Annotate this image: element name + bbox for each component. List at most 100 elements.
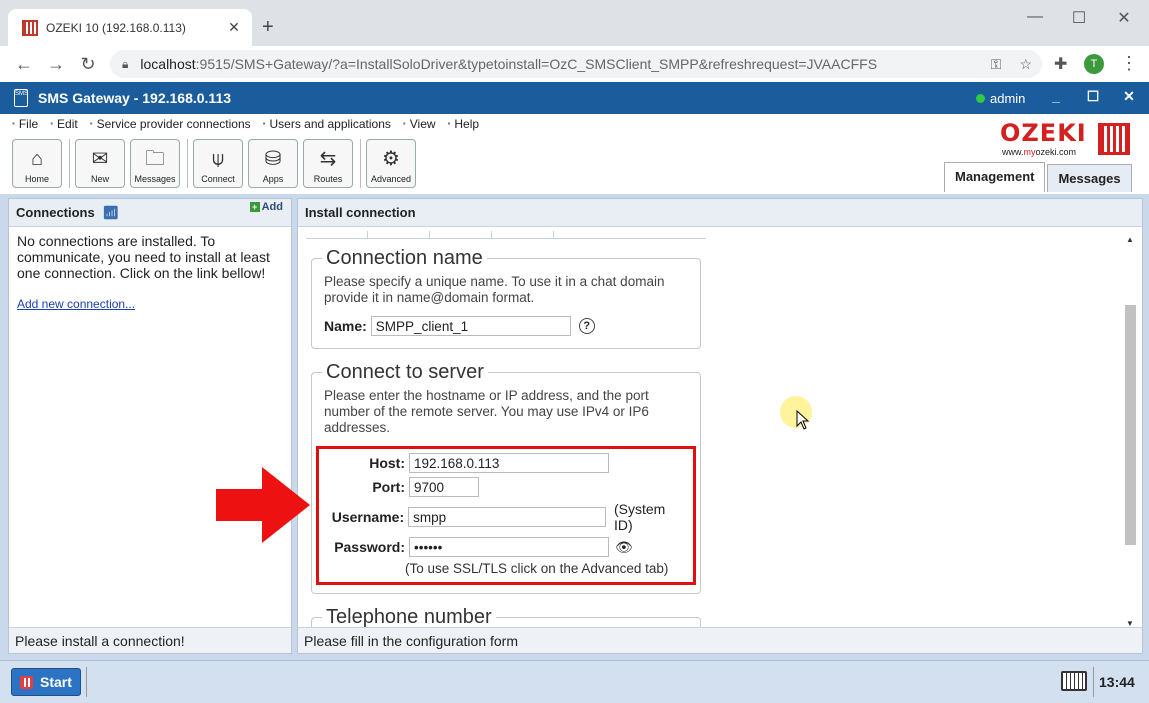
- advanced-label: Advanced: [370, 174, 412, 184]
- user-name: admin: [990, 90, 1026, 106]
- ozeki-favicon-icon: [22, 19, 38, 36]
- tab-messages[interactable]: Messages: [1047, 164, 1132, 192]
- ozeki-logo: OZEKI www.myozeki.com: [1000, 119, 1130, 157]
- username-label: Username:: [331, 509, 405, 525]
- password-input[interactable]: [409, 537, 609, 557]
- system-id-note: (System ID): [613, 501, 666, 533]
- menu-help[interactable]: Help: [448, 117, 479, 131]
- host-input[interactable]: [409, 453, 609, 473]
- clock: 13:44: [1099, 674, 1135, 690]
- tab-management[interactable]: Management: [944, 162, 1046, 192]
- ssl-note: (To use SSL/TLS click on the Advanced ta…: [405, 561, 669, 576]
- apps-label: Apps: [262, 174, 284, 184]
- port-label: Port:: [372, 479, 405, 495]
- show-password-icon[interactable]: 👁: [615, 539, 633, 556]
- new-tab-icon[interactable]: +: [262, 16, 274, 39]
- logo-site: www.myozeki.com: [1002, 147, 1077, 157]
- connection-name-legend: Connection name: [326, 247, 483, 269]
- connections-pane: Connections 📶︎ + Add No connections are i…: [8, 198, 292, 654]
- username-input[interactable]: [408, 507, 606, 527]
- routes-label: Routes: [313, 174, 343, 184]
- menu-view[interactable]: View: [403, 117, 436, 131]
- url-path: :9515/SMS+Gateway/?a=InstallSoloDriver&t…: [195, 56, 878, 72]
- form-tab-strip: [306, 231, 706, 239]
- app-minimize-icon[interactable]: _: [1046, 88, 1066, 104]
- browser-tab-title: OZEKI 10 (192.168.0.113): [46, 20, 186, 35]
- app-menubar: File Edit Service provider connections U…: [0, 114, 1149, 194]
- form-status: Please fill in the configuration form: [298, 627, 1142, 653]
- menu-file[interactable]: File: [12, 117, 38, 131]
- url-host: localhost: [140, 56, 196, 72]
- app-toolbar: ⌂ Home ✉ New 🗀 Messages ⍦ Connect ⛁ Apps ⇆ Rou…: [12, 139, 421, 188]
- lock-icon: 🔒︎: [122, 56, 129, 71]
- back-icon[interactable]: ←: [8, 54, 40, 75]
- connections-status: Please install a connection!: [9, 627, 291, 653]
- app-maximize-icon[interactable]: ☐: [1083, 88, 1103, 105]
- mouse-cursor-icon: [796, 410, 810, 430]
- antenna-icon: ⍦: [212, 148, 224, 170]
- connect-to-server-group: Connect to server Please enter the hostn…: [311, 361, 701, 594]
- help-icon[interactable]: ?: [578, 318, 595, 334]
- close-window-icon[interactable]: ✕: [1112, 8, 1136, 28]
- host-label: Host:: [369, 455, 405, 471]
- routes-button[interactable]: ⇆ Routes: [303, 139, 353, 188]
- browser-tabstrip: OZEKI 10 (192.168.0.113) ✕ + — ☐ ✕: [0, 0, 1149, 46]
- menu-list: File Edit Service provider connections U…: [12, 117, 479, 131]
- connect-to-server-help: Please enter the hostname or IP address,…: [324, 388, 649, 435]
- connect-button[interactable]: ⍦ Connect: [193, 139, 243, 188]
- user-status[interactable]: admin: [976, 91, 1025, 106]
- messages-label: Messages: [134, 174, 176, 184]
- maximize-window-icon[interactable]: ☐: [1067, 8, 1091, 28]
- home-label: Home: [24, 174, 49, 184]
- address-bar[interactable]: 🔒︎ localhost:9515/SMS+Gateway/?a=Install…: [110, 50, 1042, 78]
- monitor-icon[interactable]: [1061, 671, 1087, 691]
- connect-to-server-legend: Connect to server: [326, 361, 484, 383]
- telephone-number-legend: Telephone number: [326, 606, 492, 628]
- ozeki-logo-icon: [1098, 123, 1130, 155]
- menu-edit[interactable]: Edit: [50, 117, 78, 131]
- menu-service-provider-connections[interactable]: Service provider connections: [90, 117, 251, 131]
- add-new-connection-link[interactable]: Add new connection...: [9, 287, 291, 321]
- advanced-button[interactable]: ⚙ Advanced: [366, 139, 416, 188]
- name-label: Name:: [324, 318, 367, 334]
- install-form: Connection name Please specify a unique …: [306, 231, 706, 633]
- new-button[interactable]: ✉ New: [75, 139, 125, 188]
- add-connection-button[interactable]: + Add: [249, 201, 283, 213]
- scroll-up-icon[interactable]: ▲: [1124, 235, 1136, 247]
- key-icon[interactable]: ⚿: [991, 56, 1002, 73]
- apps-button[interactable]: ⛁ Apps: [248, 139, 298, 188]
- app-close-icon[interactable]: ✕: [1119, 88, 1139, 105]
- scroll-thumb[interactable]: [1125, 305, 1136, 545]
- form-scrollbar[interactable]: ▲ ▼: [1124, 235, 1136, 631]
- port-input[interactable]: [409, 477, 479, 497]
- reload-icon[interactable]: ↻: [72, 54, 104, 75]
- logo-word: OZEKI: [1000, 119, 1087, 147]
- connections-header: Connections 📶︎ + Add: [9, 199, 291, 227]
- browser-menu-icon[interactable]: ⋮: [1120, 53, 1138, 74]
- name-input[interactable]: [370, 316, 571, 336]
- browser-tab[interactable]: OZEKI 10 (192.168.0.113) ✕: [8, 9, 252, 46]
- close-tab-icon[interactable]: ✕: [224, 19, 244, 36]
- connection-name-help: Please specify a unique name. To use it …: [324, 274, 665, 305]
- antenna-small-icon: 📶︎: [102, 205, 119, 220]
- messages-button[interactable]: 🗀 Messages: [130, 139, 180, 188]
- star-icon[interactable]: ☆: [1019, 56, 1032, 73]
- folder-icon: 🗀: [145, 148, 165, 170]
- profile-avatar[interactable]: T: [1084, 54, 1104, 74]
- extensions-icon[interactable]: ✚: [1054, 54, 1067, 74]
- signpost-icon: ⇆: [319, 148, 337, 170]
- connections-title: Connections: [16, 205, 95, 220]
- minimize-window-icon[interactable]: —: [1023, 8, 1047, 26]
- forward-icon[interactable]: →: [40, 54, 72, 75]
- start-button[interactable]: Start: [11, 668, 81, 696]
- work-area: Connections 📶︎ + Add No connections are i…: [0, 194, 1149, 660]
- red-arrow-icon: [216, 467, 310, 543]
- app-title: SMS Gateway - 192.168.0.113: [38, 90, 232, 106]
- home-button[interactable]: ⌂ Home: [12, 139, 62, 188]
- online-dot-icon: [976, 93, 985, 103]
- gear-icon: ⚙: [382, 148, 400, 170]
- menu-users-and-applications[interactable]: Users and applications: [263, 117, 390, 131]
- connection-name-group: Connection name Please specify a unique …: [311, 247, 701, 349]
- install-connection-header: Install connection: [298, 199, 1142, 227]
- no-connections-message: No connections are installed. To communi…: [17, 233, 270, 281]
